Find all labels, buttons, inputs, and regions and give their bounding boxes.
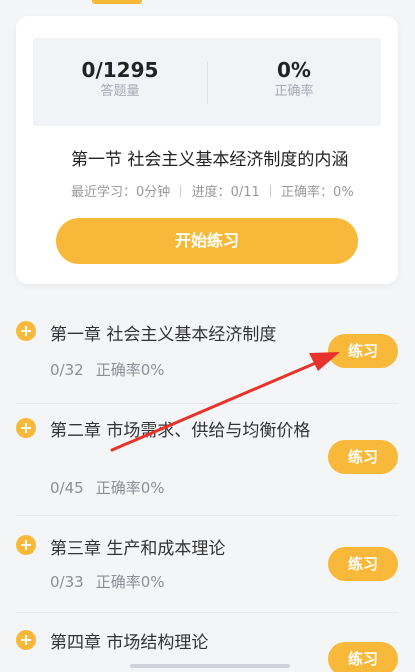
home-indicator <box>130 664 290 668</box>
arrow-head <box>309 352 340 371</box>
annotation-arrow-icon <box>110 352 340 452</box>
arrow-shaft <box>110 360 320 452</box>
